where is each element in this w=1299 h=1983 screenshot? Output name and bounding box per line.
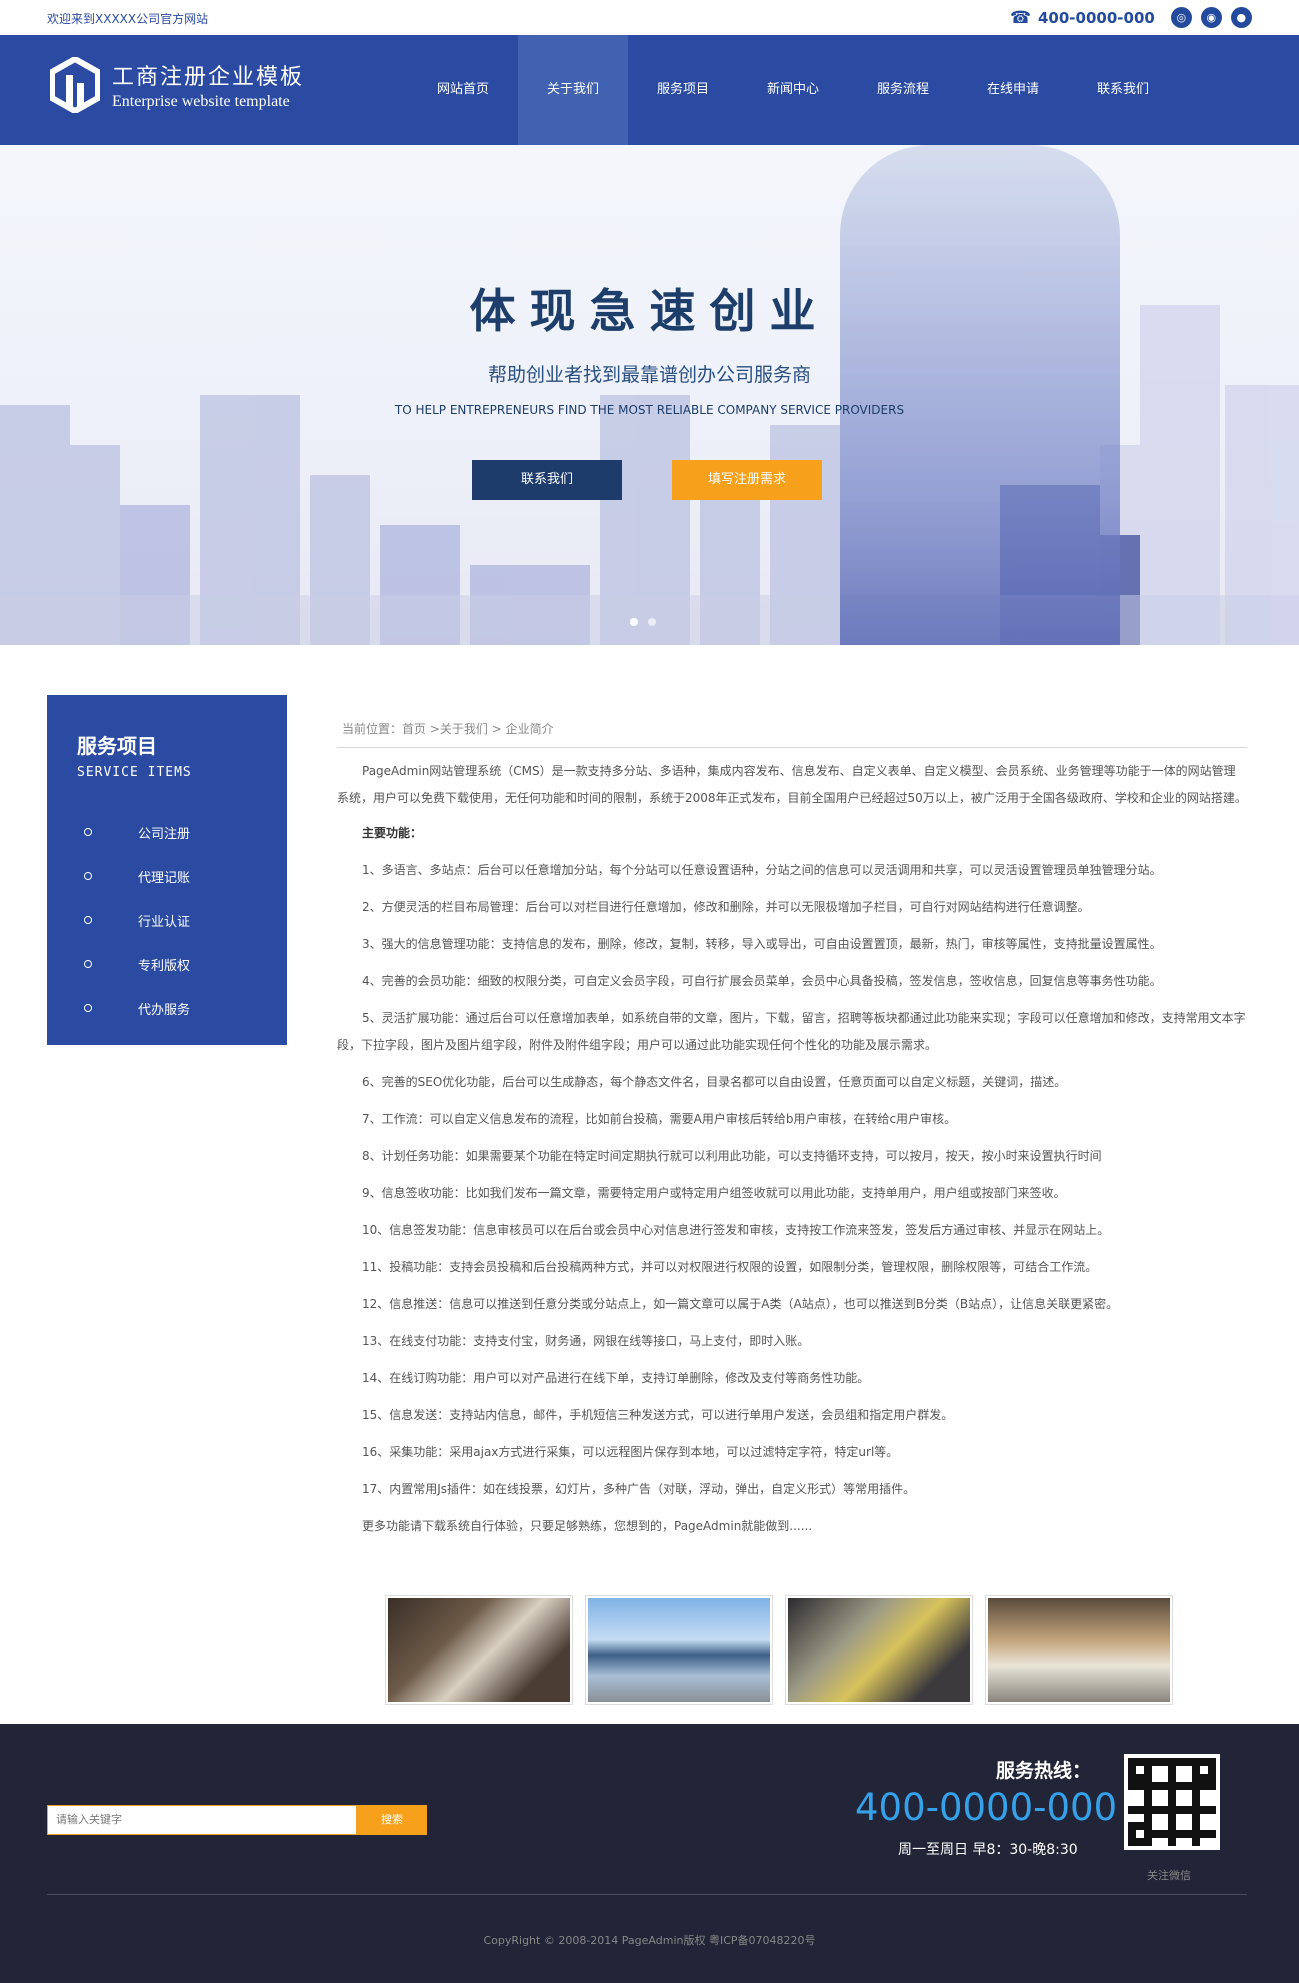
search-input[interactable]: 请输入关键字 bbox=[47, 1805, 357, 1835]
breadcrumb-about[interactable]: 关于我们 bbox=[440, 722, 488, 736]
main-content: 当前位置：首页 >关于我们 > 企业简介 PageAdmin网站管理系统（CMS… bbox=[337, 720, 1247, 1540]
feature-item: 1、多语言、多站点：后台可以任意增加分站，每个分站可以任意设置语种，分站之间的信… bbox=[362, 863, 1162, 877]
feature-item: 8、计划任务功能：如果需要某个功能在特定时间定期执行就可以利用此功能，可以支持循… bbox=[362, 1149, 1102, 1163]
photo-machinery[interactable] bbox=[785, 1595, 973, 1705]
slider-dot-2[interactable] bbox=[648, 618, 656, 626]
banner-subtitle: 帮助创业者找到最靠谱创办公司服务商 bbox=[487, 364, 811, 386]
nav-apply[interactable]: 在线申请 bbox=[958, 35, 1068, 145]
logo-title-cn: 工商注册企业模板 bbox=[112, 65, 305, 90]
feature-item: 9、信息签收功能：比如我们发布一篇文章，需要特定用户或特定用户组签收就可以用此功… bbox=[362, 1186, 1066, 1200]
feature-item: 17、内置常用Js插件：如在线投票，幻灯片，多种广告（对联，浮动，弹出，自定义形… bbox=[362, 1482, 916, 1496]
nav-news[interactable]: 新闻中心 bbox=[738, 35, 848, 145]
article-body: PageAdmin网站管理系统（CMS）是一款支持多分站、多语种，集成内容发布、… bbox=[337, 758, 1247, 1540]
article-more: 更多功能请下载系统自行体验，只要足够熟练，您想到的，PageAdmin就能做到.… bbox=[362, 1519, 813, 1533]
feature-item: 5、灵活扩展功能：通过后台可以任意增加表单，如系统自带的文章，图片，下载，留言，… bbox=[337, 1011, 1246, 1052]
service-sidebar: 服务项目 SERVICE ITEMS 公司注册 代理记账 行业认证 专利版权 代… bbox=[47, 695, 287, 1045]
qr-label: 关注微信 bbox=[1147, 1869, 1191, 1882]
sidebar-item-certification[interactable]: 行业认证 bbox=[77, 898, 257, 942]
search-button[interactable]: 搜索 bbox=[357, 1805, 427, 1835]
nav-process[interactable]: 服务流程 bbox=[848, 35, 958, 145]
top-hotline-number: 400-0000-000 bbox=[1038, 8, 1155, 27]
nav-about[interactable]: 关于我们 bbox=[518, 35, 628, 145]
bullet-icon bbox=[84, 960, 92, 968]
feature-item: 11、投稿功能：支持会员投稿和后台投稿两种方式，并可以对权限进行权限的设置，如限… bbox=[362, 1260, 1098, 1274]
photo-strip bbox=[385, 1595, 1173, 1705]
qq-icon[interactable]: ● bbox=[1230, 7, 1252, 28]
hero-person-overlay bbox=[840, 145, 1120, 645]
fill-registration-button[interactable]: 填写注册需求 bbox=[672, 460, 822, 500]
article-heading: 主要功能： bbox=[362, 826, 423, 840]
wechat-icon[interactable]: ◎ bbox=[1170, 7, 1192, 28]
bullet-icon bbox=[84, 1004, 92, 1012]
service-hotline-number: 400-0000-000 bbox=[855, 1786, 1118, 1829]
feature-item: 10、信息签发功能：信息审核员可以在后台或会员中心对信息进行签发和审核，支持按工… bbox=[362, 1223, 1110, 1237]
feature-item: 3、强大的信息管理功能：支持信息的发布，删除，修改，复制，转移，导入或导出，可自… bbox=[362, 937, 1162, 951]
feature-item: 16、采集功能：采用ajax方式进行采集，可以远程图片保存到本地，可以过滤特定字… bbox=[362, 1445, 899, 1459]
wechat-qr-code-icon bbox=[1124, 1754, 1220, 1850]
logo-title-en: Enterprise website template bbox=[112, 93, 290, 110]
feature-item: 2、方便灵活的栏目布局管理：后台可以对栏目进行任意增加，修改和删除，并可以无限极… bbox=[362, 900, 1090, 914]
banner-title: 体现急速创业 bbox=[469, 284, 830, 338]
nav-services[interactable]: 服务项目 bbox=[628, 35, 738, 145]
photo-worker[interactable] bbox=[385, 1595, 573, 1705]
article-intro: PageAdmin网站管理系统（CMS）是一款支持多分站、多语种，集成内容发布、… bbox=[337, 764, 1247, 805]
photo-factory-floor[interactable] bbox=[985, 1595, 1173, 1705]
site-logo[interactable]: 工商注册企业模板 Enterprise website template bbox=[50, 57, 304, 113]
sidebar-subtitle: SERVICE ITEMS bbox=[77, 765, 192, 780]
service-hours: 周一至周日 早8：30-晚8:30 bbox=[898, 1842, 1078, 1858]
sidebar-item-company-registration[interactable]: 公司注册 bbox=[77, 810, 257, 854]
sidebar-title: 服务项目 bbox=[77, 734, 157, 758]
sidebar-item-patent[interactable]: 专利版权 bbox=[77, 942, 257, 986]
social-links: ◎ ◉ ● bbox=[1170, 7, 1252, 28]
phone-icon: ☎ bbox=[1010, 7, 1032, 28]
bullet-icon bbox=[84, 872, 92, 880]
photo-office-building[interactable] bbox=[585, 1595, 773, 1705]
breadcrumb-current: 企业简介 bbox=[505, 722, 554, 736]
copyright: CopyRight © 2008-2014 PageAdmin版权 粤ICP备0… bbox=[483, 1934, 816, 1947]
top-bar: 欢迎来到XXXXX公司官方网站 ☎ 400-0000-000 ◎ ◉ ● bbox=[0, 0, 1299, 35]
feature-item: 15、信息发送：支持站内信息，邮件，手机短信三种发送方式，可以进行单用户发送，会… bbox=[362, 1408, 954, 1422]
sidebar-list: 公司注册 代理记账 行业认证 专利版权 代办服务 bbox=[77, 810, 257, 1030]
nav-contact[interactable]: 联系我们 bbox=[1068, 35, 1178, 145]
contact-us-button[interactable]: 联系我们 bbox=[472, 460, 622, 500]
feature-item: 12、信息推送：信息可以推送到任意分类或分站点上，如一篇文章可以属于A类（A站点… bbox=[362, 1297, 1119, 1311]
feature-item: 14、在线订购功能：用户可以对产品进行在线下单，支持订单删除，修改及支付等商务性… bbox=[362, 1371, 870, 1385]
nav-home[interactable]: 网站首页 bbox=[408, 35, 518, 145]
sidebar-item-bookkeeping[interactable]: 代理记账 bbox=[77, 854, 257, 898]
bullet-icon bbox=[84, 916, 92, 924]
breadcrumb-home[interactable]: 首页 bbox=[402, 722, 426, 736]
footer-divider bbox=[47, 1894, 1247, 1895]
breadcrumb: 当前位置：首页 >关于我们 > 企业简介 bbox=[337, 720, 1247, 748]
feature-item: 6、完善的SEO优化功能，后台可以生成静态，每个静态文件名，目录名都可以自由设置… bbox=[362, 1075, 1067, 1089]
footer-search: 请输入关键字 搜索 bbox=[47, 1805, 427, 1835]
logo-mark-icon bbox=[50, 57, 100, 113]
sidebar-item-agency[interactable]: 代办服务 bbox=[77, 986, 257, 1030]
site-header: 工商注册企业模板 Enterprise website template 网站首… bbox=[0, 35, 1299, 145]
slider-dots bbox=[630, 618, 656, 626]
site-footer: 请输入关键字 搜索 服务热线： 400-0000-000 周一至周日 早8：30… bbox=[0, 1724, 1299, 1983]
main-nav: 网站首页 关于我们 服务项目 新闻中心 服务流程 在线申请 联系我们 bbox=[408, 35, 1178, 145]
bullet-icon bbox=[84, 828, 92, 836]
banner-english-subtitle: TO HELP ENTREPRENEURS FIND THE MOST RELI… bbox=[394, 403, 905, 417]
top-hotline: ☎ 400-0000-000 ◎ ◉ ● bbox=[1010, 7, 1252, 28]
slider-dot-1[interactable] bbox=[630, 618, 638, 626]
feature-item: 4、完善的会员功能：细致的权限分类，可自定义会员字段，可自行扩展会员菜单，会员中… bbox=[362, 974, 1162, 988]
service-hotline-label: 服务热线： bbox=[996, 1760, 1092, 1782]
feature-item: 7、工作流：可以自定义信息发布的流程，比如前台投稿，需要A用户审核后转给b用户审… bbox=[362, 1112, 957, 1126]
welcome-text: 欢迎来到XXXXX公司官方网站 bbox=[47, 12, 209, 26]
hero-banner: 体现急速创业 帮助创业者找到最靠谱创办公司服务商 TO HELP ENTREPR… bbox=[0, 145, 1299, 645]
weibo-icon[interactable]: ◉ bbox=[1200, 7, 1222, 28]
feature-item: 13、在线支付功能：支持支付宝，财务通，网银在线等接口，马上支付，即时入账。 bbox=[362, 1334, 810, 1348]
